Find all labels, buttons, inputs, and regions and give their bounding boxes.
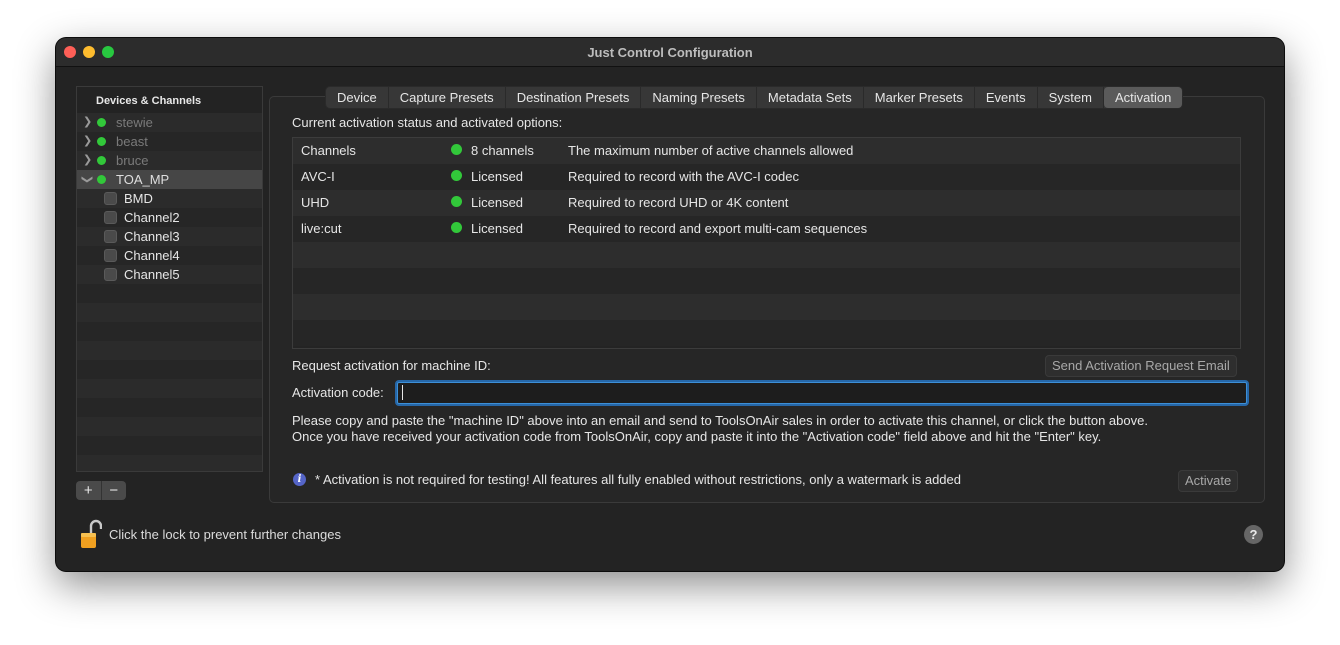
- empty-row: [77, 303, 262, 322]
- option-description: Required to record UHD or 4K content: [568, 195, 789, 210]
- device-label: beast: [116, 134, 148, 149]
- channel-row[interactable]: Channel5: [77, 265, 262, 284]
- help-button[interactable]: ?: [1244, 525, 1263, 544]
- help-text-line-2: Once you have received your activation c…: [292, 429, 1102, 444]
- status-dot-icon: [451, 222, 462, 233]
- empty-row: [293, 320, 1240, 346]
- channel-label: Channel5: [124, 267, 180, 282]
- info-icon: i: [293, 473, 306, 486]
- tab-marker-presets[interactable]: Marker Presets: [864, 87, 975, 108]
- empty-row: [293, 242, 1240, 268]
- device-label: TOA_MP: [116, 172, 170, 187]
- tab-capture-presets[interactable]: Capture Presets: [389, 87, 506, 108]
- window-title: Just Control Configuration: [587, 45, 753, 60]
- status-dot-icon: [451, 170, 462, 181]
- unlocked-lock-icon[interactable]: [80, 519, 102, 549]
- tab-device[interactable]: Device: [326, 87, 389, 108]
- tab-activation[interactable]: Activation: [1103, 87, 1183, 108]
- text-caret: [402, 385, 403, 400]
- help-text-line-1: Please copy and paste the "machine ID" a…: [292, 413, 1148, 428]
- activation-options-table[interactable]: Channels 8 channels The maximum number o…: [292, 137, 1241, 349]
- tab-naming-presets[interactable]: Naming Presets: [641, 87, 757, 108]
- channel-label: Channel4: [124, 248, 180, 263]
- device-row-toa-mp[interactable]: ❯ TOA_MP: [77, 170, 262, 189]
- chevron-down-icon[interactable]: ❯: [77, 175, 96, 184]
- empty-row: [293, 294, 1240, 320]
- title-bar: Just Control Configuration: [56, 38, 1284, 67]
- activation-code-label: Activation code:: [292, 385, 384, 400]
- option-status: Licensed: [471, 221, 524, 236]
- empty-row: [77, 284, 262, 303]
- empty-row: [77, 455, 262, 471]
- empty-row: [77, 341, 262, 360]
- option-description: Required to record and export multi-cam …: [568, 221, 868, 236]
- activation-status-title: Current activation status and activated …: [292, 115, 563, 130]
- option-name: live:cut: [301, 221, 342, 236]
- chevron-right-icon[interactable]: ❯: [83, 151, 92, 170]
- channel-checkbox[interactable]: [104, 230, 117, 243]
- option-status: 8 channels: [471, 143, 534, 158]
- device-label: bruce: [116, 153, 149, 168]
- table-row[interactable]: AVC-I Licensed Required to record with t…: [293, 164, 1240, 190]
- channel-row[interactable]: Channel2: [77, 208, 262, 227]
- remove-device-button[interactable]: −: [102, 481, 127, 500]
- empty-row: [77, 398, 262, 417]
- channel-label: BMD: [124, 191, 153, 206]
- lock-status-text[interactable]: Click the lock to prevent further change…: [109, 527, 341, 542]
- option-name: Channels: [301, 143, 356, 158]
- device-row-stewie[interactable]: ❯ stewie: [77, 113, 262, 132]
- status-dot-icon: [451, 144, 462, 155]
- activate-button[interactable]: Activate: [1178, 470, 1239, 492]
- empty-row: [293, 268, 1240, 294]
- option-status: Licensed: [471, 195, 524, 210]
- tab-events[interactable]: Events: [975, 87, 1038, 108]
- channel-row[interactable]: Channel3: [77, 227, 262, 246]
- empty-row: [77, 322, 262, 341]
- add-device-button[interactable]: +: [76, 481, 101, 500]
- channel-row[interactable]: BMD: [77, 189, 262, 208]
- device-row-bruce[interactable]: ❯ bruce: [77, 151, 262, 170]
- sidebar-header: Devices & Channels: [77, 87, 262, 113]
- option-status: Licensed: [471, 169, 524, 184]
- empty-row: [77, 379, 262, 398]
- status-dot-icon: [97, 118, 106, 127]
- machine-id-label: Request activation for machine ID:: [292, 358, 491, 373]
- activation-code-input[interactable]: [397, 382, 1247, 404]
- device-row-beast[interactable]: ❯ beast: [77, 132, 262, 151]
- send-activation-email-button[interactable]: Send Activation Request Email: [1045, 355, 1237, 377]
- tab-destination-presets[interactable]: Destination Presets: [506, 87, 642, 108]
- status-dot-icon: [97, 137, 106, 146]
- status-dot-icon: [97, 156, 106, 165]
- config-window: Just Control Configuration Devices & Cha…: [56, 38, 1284, 571]
- channel-checkbox[interactable]: [104, 211, 117, 224]
- status-dot-icon: [451, 196, 462, 207]
- option-name: UHD: [301, 195, 330, 210]
- empty-row: [77, 436, 262, 455]
- tab-metadata-sets[interactable]: Metadata Sets: [757, 87, 864, 108]
- testing-note: * Activation is not required for testing…: [315, 472, 961, 487]
- option-description: Required to record with the AVC-I codec: [568, 169, 799, 184]
- channel-checkbox[interactable]: [104, 192, 117, 205]
- empty-row: [77, 360, 262, 379]
- option-description: The maximum number of active channels al…: [568, 143, 854, 158]
- add-remove-control: + −: [76, 481, 126, 500]
- channel-label: Channel2: [124, 210, 180, 225]
- status-dot-icon: [97, 175, 106, 184]
- option-name: AVC-I: [301, 169, 335, 184]
- chevron-right-icon[interactable]: ❯: [83, 113, 92, 132]
- chevron-right-icon[interactable]: ❯: [83, 132, 92, 151]
- sidebar-rows: ❯ stewie ❯ beast ❯ bruce ❯ TOA_MP BMD Ch…: [77, 113, 262, 471]
- table-row[interactable]: live:cut Licensed Required to record and…: [293, 216, 1240, 242]
- channel-row[interactable]: Channel4: [77, 246, 262, 265]
- devices-channels-list[interactable]: Devices & Channels ❯ stewie ❯ beast ❯ br…: [76, 86, 263, 472]
- table-row[interactable]: Channels 8 channels The maximum number o…: [293, 138, 1240, 164]
- settings-tabs: Device Capture Presets Destination Prese…: [325, 86, 1184, 109]
- channel-checkbox[interactable]: [104, 249, 117, 262]
- tab-system[interactable]: System: [1038, 87, 1104, 108]
- device-label: stewie: [116, 115, 153, 130]
- channel-label: Channel3: [124, 229, 180, 244]
- table-row[interactable]: UHD Licensed Required to record UHD or 4…: [293, 190, 1240, 216]
- channel-checkbox[interactable]: [104, 268, 117, 281]
- empty-row: [77, 417, 262, 436]
